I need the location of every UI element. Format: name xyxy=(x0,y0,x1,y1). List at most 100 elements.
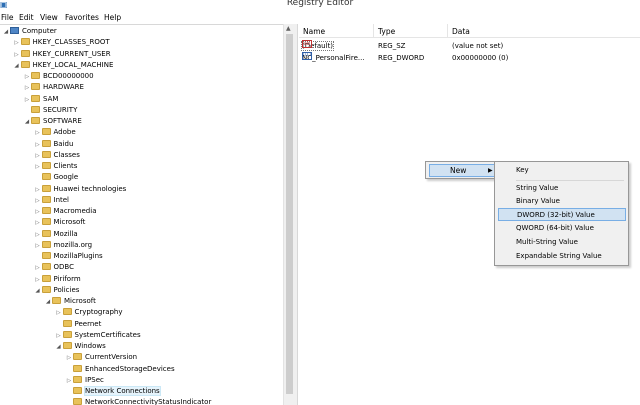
menu-edit[interactable]: Edit xyxy=(19,13,34,22)
tree-item[interactable]: ▷ Intel xyxy=(34,195,69,206)
tree-item-label: Piriform xyxy=(53,274,81,283)
context-menu-new[interactable]: New ▶ xyxy=(429,164,495,177)
tree-item[interactable]: ◢ Policies xyxy=(34,285,80,297)
column-data[interactable]: Data xyxy=(452,27,470,36)
tree-item-label: ODBC xyxy=(53,263,74,272)
folder-icon xyxy=(20,38,30,46)
tree-item[interactable]: ◢ HKEY_LOCAL_MACHINE xyxy=(13,60,114,72)
tree-item[interactable]: ▷ Cryptography xyxy=(55,307,123,318)
submenu-expandable-string-value[interactable]: Expandable String Value xyxy=(498,250,626,263)
submenu-dword-value[interactable]: DWORD (32-bit) Value xyxy=(498,208,626,221)
submenu-key[interactable]: Key xyxy=(498,164,626,177)
submenu-multi-string-value[interactable]: Multi-String Value xyxy=(498,236,626,249)
list-header: Name Type Data xyxy=(299,24,640,38)
string-value-icon: ab xyxy=(302,40,312,48)
menu-help[interactable]: Help xyxy=(104,13,121,22)
tree-item-label: Clients xyxy=(53,162,78,170)
tree-item[interactable]: ▷ SAM xyxy=(23,94,58,105)
menu-file[interactable]: File xyxy=(1,13,14,22)
title-bar: ▣ Registry Editor xyxy=(0,0,640,12)
folder-icon xyxy=(73,375,82,383)
tree-item-label: HARDWARE xyxy=(43,83,84,92)
tree-item[interactable]: ▷ mozilla.org xyxy=(34,240,92,251)
folder-icon xyxy=(41,252,51,259)
tree-item[interactable]: ◢ Microsoft xyxy=(44,296,96,307)
folder-icon xyxy=(73,364,82,372)
tree-item[interactable]: ▷ IPSec xyxy=(65,375,104,386)
tree-item[interactable]: SECURITY xyxy=(23,105,77,116)
collapse-arrow-icon[interactable]: ◢ xyxy=(55,342,63,353)
tree-item[interactable]: ▷ Huawei technologies xyxy=(34,184,126,195)
list-row-default[interactable]: ab (Default) REG_SZ (value not set) xyxy=(299,40,640,52)
tree-item[interactable]: ◢ SOFTWARE xyxy=(23,116,82,127)
submenu-binary-value[interactable]: Binary Value xyxy=(498,195,626,208)
tree-item[interactable]: Google xyxy=(34,172,78,183)
collapse-arrow-icon[interactable]: ◢ xyxy=(13,61,21,72)
folder-icon xyxy=(62,330,72,338)
tree-item[interactable]: ▷ Mozilla xyxy=(34,229,78,240)
tree-item[interactable]: Peernet xyxy=(55,319,101,330)
folder-icon xyxy=(31,72,40,79)
tree-item-label: EnhancedStorageDevices xyxy=(85,364,175,373)
tree-item[interactable]: ▷ Piriform xyxy=(34,274,81,285)
folder-icon xyxy=(41,263,51,271)
tree-item[interactable]: NetworkConnectivityStatusIndicator xyxy=(65,397,211,405)
tree-item-label: Microsoft xyxy=(53,218,86,227)
folder-icon xyxy=(41,184,51,192)
pane-splitter[interactable] xyxy=(294,24,298,405)
value-data: (value not set) xyxy=(452,42,504,50)
tree-item-label: SECURITY xyxy=(43,105,78,114)
tree-item-label: Mozilla xyxy=(53,229,78,238)
tree-item-label: SAM xyxy=(43,94,59,103)
folder-icon xyxy=(62,342,72,349)
tree-item-label: Network Connections xyxy=(84,386,161,396)
tree-item[interactable]: ▷ BCD00000000 xyxy=(23,71,94,82)
folder-icon xyxy=(73,387,82,394)
submenu-qword-value[interactable]: QWORD (64-bit) Value xyxy=(498,222,626,235)
tree-item-label: HKEY_LOCAL_MACHINE xyxy=(32,60,114,69)
scrollbar-thumb[interactable] xyxy=(286,34,293,394)
tree-item[interactable]: ▷ HARDWARE xyxy=(23,82,84,93)
tree-item[interactable]: ▷ Macromedia xyxy=(34,206,97,217)
tree-item[interactable]: ▷ SystemCertificates xyxy=(55,330,141,341)
tree-item[interactable]: ▷ Baidu xyxy=(34,139,73,150)
tree-item-label: Policies xyxy=(53,285,80,294)
tree-item-label: HKEY_CLASSES_ROOT xyxy=(32,38,110,47)
tree-item-label: Microsoft xyxy=(64,297,96,305)
tree-item[interactable]: ▷ ODBC xyxy=(34,262,74,273)
tree-item[interactable]: ▷ HKEY_CURRENT_USER xyxy=(13,49,111,60)
value-data: 0x00000000 (0) xyxy=(452,54,509,62)
tree-item[interactable]: ▷ Classes xyxy=(34,150,80,161)
tree-item[interactable]: ▷ Microsoft xyxy=(34,217,86,228)
submenu-string-value[interactable]: String Value xyxy=(498,182,626,195)
tree-item[interactable]: ◢ Windows xyxy=(55,341,106,352)
collapse-arrow-icon[interactable]: ◢ xyxy=(23,117,31,128)
collapse-arrow-icon[interactable]: ◢ xyxy=(34,286,42,297)
tree-item-label: Windows xyxy=(74,342,106,350)
tree-item[interactable]: ▷ Adobe xyxy=(34,127,76,138)
folder-icon xyxy=(41,207,51,214)
collapse-arrow-icon[interactable]: ◢ xyxy=(44,297,52,308)
folder-icon xyxy=(31,94,40,102)
folder-icon xyxy=(73,398,82,405)
scroll-up-icon[interactable]: ▲ xyxy=(286,25,291,32)
folder-icon xyxy=(62,308,72,316)
collapse-arrow-icon[interactable]: ◢ xyxy=(2,27,10,38)
menu-favorites[interactable]: Favorites xyxy=(65,13,99,22)
tree-item[interactable]: Network Connections xyxy=(65,386,161,397)
tree-item[interactable]: ▷ HKEY_CLASSES_ROOT xyxy=(13,37,110,48)
chevron-right-icon: ▶ xyxy=(488,167,493,174)
registry-tree[interactable]: ◢ Computer ▷ HKEY_CLASSES_ROOT ▷ HKEY_CURRENT… xyxy=(0,24,283,405)
tree-item[interactable]: EnhancedStorageDevices xyxy=(65,364,175,375)
menu-view[interactable]: View xyxy=(40,13,58,22)
folder-icon xyxy=(52,297,61,304)
tree-item[interactable]: ▷ CurrentVersion xyxy=(65,352,137,363)
tree-item[interactable]: ◢ Computer xyxy=(2,26,57,37)
column-type[interactable]: Type xyxy=(378,27,395,36)
tree-item[interactable]: MozillaPlugins xyxy=(34,251,103,262)
tree-item[interactable]: ▷ Clients xyxy=(34,161,78,172)
column-name[interactable]: Name xyxy=(303,27,325,36)
folder-icon xyxy=(41,162,51,169)
tree-scrollbar[interactable]: ▲ xyxy=(283,24,294,405)
list-row-nc-personalfirewall[interactable]: 011 NC_PersonalFire... REG_DWORD 0x000000… xyxy=(299,52,640,64)
